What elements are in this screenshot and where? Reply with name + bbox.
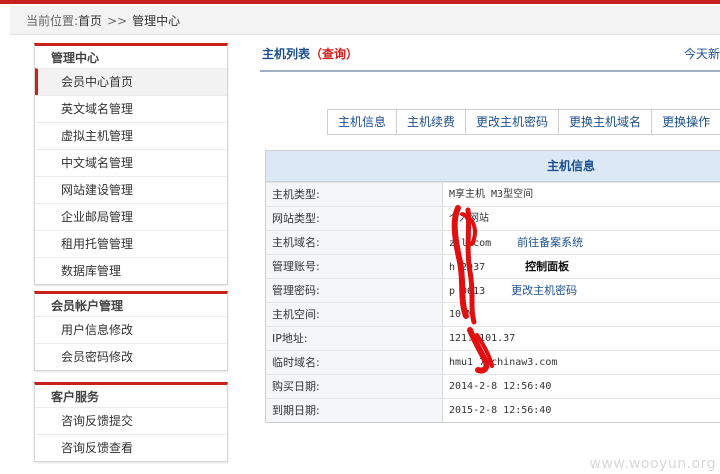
host-space-value: 10 M bbox=[449, 309, 474, 320]
sidebar-item-english-domain[interactable]: 英文域名管理 bbox=[35, 95, 227, 122]
row-key: 网站类型: bbox=[266, 207, 443, 230]
tab-change-password[interactable]: 更改主机密码 bbox=[466, 110, 560, 134]
today-link[interactable]: 今天新 bbox=[684, 45, 720, 62]
host-tabs: 主机信息 主机续费 更改主机密码 更换主机域名 更换操作 bbox=[327, 109, 720, 135]
sidebar-panel-title: 会员帐户管理 bbox=[51, 299, 124, 313]
row-key: 到期日期: bbox=[266, 399, 443, 422]
row-value: M享主机 M3型空间 bbox=[443, 183, 533, 206]
tab-change-domain[interactable]: 更换主机域名 bbox=[559, 110, 653, 134]
sidebar-panel-account: 会员帐户管理 用户信息修改 会员密码修改 bbox=[34, 291, 228, 371]
table-row: 网站类型: 个人网站 bbox=[266, 206, 720, 230]
table-row: 购买日期: 2014-2-8 12:56:40 bbox=[266, 374, 720, 398]
tab-host-renew[interactable]: 主机续费 bbox=[397, 110, 467, 134]
row-key: 管理账号: bbox=[266, 255, 443, 278]
table-row: 主机空间: 10 M bbox=[266, 302, 720, 326]
page-title: 主机列表（查询） bbox=[262, 45, 358, 62]
breadcrumb: 当前位置:首页 >> 管理中心 bbox=[10, 6, 720, 35]
row-key: 购买日期: bbox=[266, 375, 443, 398]
row-value: 2014-2-8 12:56:40 bbox=[443, 375, 551, 398]
host-domain-value: z l.com bbox=[449, 238, 492, 249]
breadcrumb-home-link[interactable]: 首页 bbox=[78, 14, 102, 28]
row-key: IP地址: bbox=[266, 327, 443, 350]
row-key: 主机域名: bbox=[266, 231, 443, 254]
breadcrumb-current: 管理中心 bbox=[132, 14, 181, 28]
title-divider bbox=[260, 70, 720, 72]
row-key: 管理密码: bbox=[266, 279, 443, 302]
sidebar-item-member-password[interactable]: 会员密码修改 bbox=[35, 343, 227, 370]
sidebar-item-feedback-view[interactable]: 咨询反馈查看 bbox=[35, 434, 227, 461]
table-row: 主机域名: z l.com 前往备案系统 bbox=[266, 230, 720, 254]
sidebar-panel-service: 客户服务 咨询反馈提交 咨询反馈查看 bbox=[34, 382, 228, 462]
sidebar-panel-title: 客户服务 bbox=[51, 390, 100, 404]
breadcrumb-separator: >> bbox=[107, 14, 128, 28]
sidebar-item-website-build[interactable]: 网站建设管理 bbox=[35, 176, 227, 203]
control-panel-link[interactable]: 控制面板 bbox=[525, 260, 569, 273]
table-row: 到期日期: 2015-2-8 12:56:40 bbox=[266, 398, 720, 422]
row-value: 个人网站 bbox=[443, 207, 489, 230]
page-title-text: 主机列表 bbox=[262, 47, 311, 61]
sidebar-panel-title: 管理中心 bbox=[51, 51, 100, 65]
table-row: 管理账号: h 2037 控制面板 bbox=[266, 254, 720, 278]
row-value: h 2037 控制面板 bbox=[443, 255, 569, 278]
beian-system-link[interactable]: 前往备案系统 bbox=[517, 236, 583, 249]
row-value: hmu1 7.chinaw3.com bbox=[443, 351, 557, 374]
sidebar-item-hosting[interactable]: 租用托管管理 bbox=[35, 230, 227, 257]
host-info-table: 主机信息 主机类型: M享主机 M3型空间 网站类型: 个人网站 主机域名: z… bbox=[265, 150, 720, 423]
sidebar-item-chinese-domain[interactable]: 中文域名管理 bbox=[35, 149, 227, 176]
watermark: www.wooyun.org bbox=[589, 456, 716, 472]
table-row: IP地址: 121. 101.37 bbox=[266, 326, 720, 350]
sidebar-item-enterprise-mail[interactable]: 企业邮局管理 bbox=[35, 203, 227, 230]
table-row: 临时域名: hmu1 7.chinaw3.com bbox=[266, 350, 720, 374]
top-accent-bar bbox=[0, 0, 720, 4]
sidebar-panel-management: 管理中心 会员中心首页 英文域名管理 虚拟主机管理 中文域名管理 网站建设管理 … bbox=[34, 43, 228, 285]
site-type-value: 个人网站 bbox=[449, 213, 489, 224]
breadcrumb-label: 当前位置: bbox=[26, 14, 79, 28]
purchase-date-value: 2014-2-8 12:56:40 bbox=[449, 381, 552, 392]
row-key: 主机类型: bbox=[266, 183, 443, 206]
sidebar-item-database[interactable]: 数据库管理 bbox=[35, 257, 227, 284]
sidebar-item-virtual-host[interactable]: 虚拟主机管理 bbox=[35, 122, 227, 149]
row-key: 主机空间: bbox=[266, 303, 443, 326]
row-value: z l.com 前往备案系统 bbox=[443, 231, 583, 254]
row-value: 2015-2-8 12:56:40 bbox=[443, 399, 551, 422]
tab-change-operation[interactable]: 更换操作 bbox=[652, 110, 720, 134]
row-value: 121. 101.37 bbox=[443, 327, 515, 350]
admin-account-value: h 2037 bbox=[449, 262, 486, 273]
host-type-value: M享主机 M3型空间 bbox=[449, 189, 534, 200]
row-value: 10 M bbox=[443, 303, 473, 326]
tab-host-info[interactable]: 主机信息 bbox=[328, 110, 398, 134]
table-row: 主机类型: M享主机 M3型空间 bbox=[266, 182, 720, 206]
temp-domain-value: hmu1 7.chinaw3.com bbox=[449, 357, 558, 368]
sidebar-item-member-home[interactable]: 会员中心首页 bbox=[35, 68, 227, 95]
expire-date-value: 2015-2-8 12:56:40 bbox=[449, 405, 552, 416]
change-host-password-link[interactable]: 更改主机密码 bbox=[511, 284, 577, 297]
query-link[interactable]: （查询） bbox=[310, 47, 358, 61]
ip-address-value: 121. 101.37 bbox=[449, 333, 516, 344]
host-info-header: 主机信息 bbox=[266, 151, 720, 182]
sidebar-item-feedback-submit[interactable]: 咨询反馈提交 bbox=[35, 407, 227, 434]
row-key: 临时域名: bbox=[266, 351, 443, 374]
sidebar-item-user-info[interactable]: 用户信息修改 bbox=[35, 316, 227, 343]
admin-password-value: p 0613 bbox=[449, 286, 486, 297]
row-value: p 0613 更改主机密码 bbox=[443, 279, 577, 302]
table-row: 管理密码: p 0613 更改主机密码 bbox=[266, 278, 720, 302]
